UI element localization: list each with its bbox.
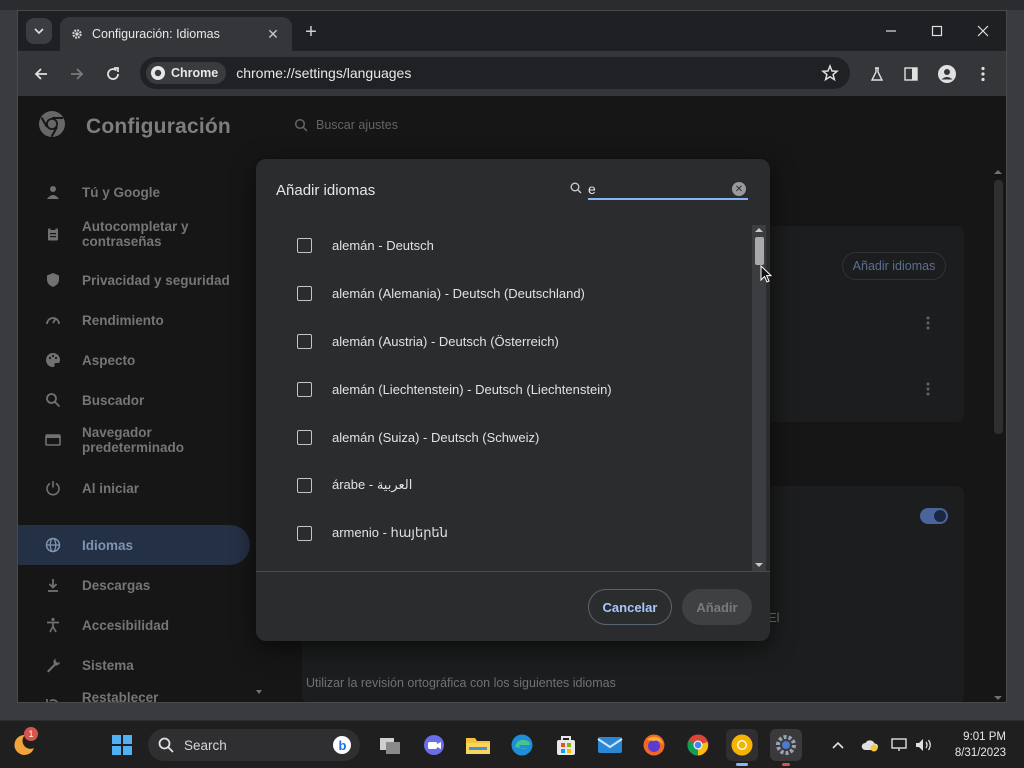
chip-label: Chrome (171, 66, 219, 80)
minimize-icon[interactable] (868, 11, 914, 51)
chrome-canary-icon[interactable] (726, 729, 758, 766)
language-checkbox[interactable] (297, 381, 312, 397)
taskbar-search-label: Search (184, 737, 227, 753)
language-list: alemán - Deutsch alemán (Alemania) - Deu… (256, 221, 754, 571)
list-item[interactable]: alemán (Suiza) - Deutsch (Schweiz) (256, 413, 754, 461)
list-item[interactable]: alemán (Alemania) - Deutsch (Deutschland… (256, 269, 754, 317)
mail-icon[interactable] (594, 729, 626, 761)
chrome-icon (151, 66, 165, 80)
bing-icon: b (333, 736, 351, 754)
language-search-input[interactable]: e (588, 178, 748, 200)
task-view-icon[interactable] (374, 729, 406, 761)
toolbar: Chrome chrome://settings/languages (18, 51, 1006, 96)
dialog-title: Añadir idiomas (276, 182, 376, 199)
clock[interactable]: 9:01 PM 8/31/2023 (955, 729, 1006, 761)
bookmark-star-icon[interactable] (820, 63, 840, 83)
add-button[interactable]: Añadir (682, 589, 752, 625)
dialog-divider (256, 571, 770, 572)
language-checkbox[interactable] (297, 525, 312, 541)
desktop-background (0, 0, 1024, 10)
taskbar: 1 Search b 9:01 PM 8/31/2023 (0, 720, 1024, 768)
clock-date: 8/31/2023 (954, 747, 1006, 759)
notification-badge: 1 (24, 727, 38, 741)
reload-icon[interactable] (100, 61, 126, 87)
language-label: alemán - Deutsch (332, 237, 434, 253)
tab-title: Configuración: Idiomas (92, 27, 220, 41)
volume-icon[interactable] (914, 735, 934, 755)
widgets-icon[interactable]: 1 (8, 727, 40, 761)
search-icon (158, 737, 174, 753)
list-item[interactable]: alemán - Deutsch (256, 221, 754, 269)
language-label: alemán (Liechtenstein) - Deutsch (Liecht… (332, 381, 612, 397)
language-label: árabe - العربية (332, 477, 413, 492)
settings-gear-app-icon[interactable] (770, 729, 802, 766)
list-item[interactable]: alemán (Austria) - Deutsch (Österreich) (256, 317, 754, 365)
list-item[interactable]: armenio - հայերեն (256, 509, 754, 557)
store-icon[interactable] (550, 729, 582, 761)
language-checkbox[interactable] (297, 477, 312, 493)
forward-icon[interactable] (64, 61, 90, 87)
close-tab-icon[interactable]: ✕ (264, 25, 282, 43)
edge-icon[interactable] (506, 729, 538, 761)
chrome-icon[interactable] (682, 729, 714, 761)
onedrive-icon[interactable] (860, 735, 880, 755)
language-label: armenio - հայերեն (332, 525, 448, 540)
firefox-icon[interactable] (638, 729, 670, 761)
profile-icon[interactable] (934, 61, 960, 87)
url-text: chrome://settings/languages (236, 65, 412, 81)
tab-strip: Configuración: Idiomas ✕ + (18, 11, 1006, 51)
video-meeting-icon[interactable] (418, 729, 450, 761)
tab-settings[interactable]: Configuración: Idiomas ✕ (60, 17, 292, 51)
start-windows-icon[interactable] (106, 729, 138, 761)
language-label: alemán (Suiza) - Deutsch (Schweiz) (332, 429, 540, 445)
language-label: alemán (Austria) - Deutsch (Österreich) (332, 333, 559, 349)
clear-search-icon[interactable]: ✕ (732, 182, 746, 196)
list-item[interactable]: alemán (Liechtenstein) - Deutsch (Liecht… (256, 365, 754, 413)
file-explorer-icon[interactable] (462, 729, 494, 761)
address-bar[interactable]: Chrome chrome://settings/languages (140, 57, 850, 89)
side-panel-icon[interactable] (898, 61, 924, 87)
new-tab-icon[interactable]: + (300, 21, 322, 43)
close-window-icon[interactable] (960, 11, 1006, 51)
language-checkbox[interactable] (297, 429, 312, 445)
language-search[interactable]: e ✕ (568, 178, 750, 200)
chevron-down-icon (34, 28, 44, 35)
language-checkbox[interactable] (297, 333, 312, 349)
chevron-up-icon[interactable] (828, 735, 848, 755)
add-languages-dialog: Añadir idiomas e ✕ alemán - Deutsch alem… (256, 159, 770, 641)
dialog-scroll-thumb[interactable] (755, 237, 764, 265)
language-label: alemán (Alemania) - Deutsch (Deutschland… (332, 285, 585, 301)
browser-window: Configuración: Idiomas ✕ + Chrome chrome… (17, 10, 1007, 703)
cancel-button[interactable]: Cancelar (588, 589, 672, 625)
menu-kebab-icon[interactable] (970, 61, 996, 87)
back-icon[interactable] (28, 61, 54, 87)
svg-text:b: b (339, 738, 347, 753)
tab-search-button[interactable] (26, 18, 52, 44)
maximize-icon[interactable] (914, 11, 960, 51)
gear-icon (72, 29, 82, 39)
network-icon[interactable] (890, 735, 910, 755)
search-icon (570, 182, 582, 194)
language-checkbox[interactable] (297, 237, 312, 253)
list-item[interactable]: árabe - العربية (256, 461, 754, 509)
clock-time: 9:01 PM (963, 731, 1006, 743)
scroll-down-arrow-icon (755, 563, 763, 567)
labs-flask-icon[interactable] (864, 61, 890, 87)
scroll-up-arrow-icon (755, 228, 763, 232)
language-checkbox[interactable] (297, 285, 312, 301)
site-info-chip[interactable]: Chrome (146, 62, 227, 84)
mouse-cursor-icon (760, 265, 772, 283)
taskbar-search[interactable]: Search b (148, 729, 360, 761)
